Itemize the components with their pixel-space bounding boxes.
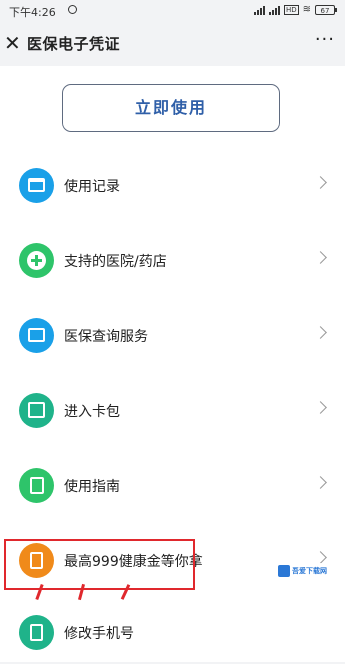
wallet-icon [19, 393, 54, 428]
id-card-icon [19, 318, 54, 353]
watermark-text: 吾爱下载网 [292, 567, 327, 575]
use-now-button[interactable]: 立即使用 [62, 84, 280, 132]
menu-item-label: 医保查询服务 [64, 329, 148, 345]
status-bar: 下午4:26 HD ≋ 67 [0, 0, 345, 22]
battery-level: 67 [320, 6, 330, 15]
menu-item-usage-record[interactable]: 使用记录 [0, 157, 345, 217]
menu-item-insurance-query[interactable]: 医保查询服务 [0, 307, 345, 367]
chevron-right-icon [314, 251, 327, 264]
more-icon[interactable]: ··· [315, 29, 335, 50]
chevron-right-icon [314, 551, 327, 564]
title-bar: ✕ 医保电子凭证 ··· [0, 22, 345, 66]
alarm-icon [68, 5, 77, 14]
watermark: 吾爱下载网 [278, 563, 338, 581]
menu-item-card-wallet[interactable]: 进入卡包 [0, 382, 345, 442]
menu-item-label: 支持的医院/药店 [64, 254, 167, 270]
page-title: 医保电子凭证 [27, 35, 121, 53]
phone-icon [19, 615, 54, 650]
menu-item-change-phone[interactable]: 修改手机号 [0, 604, 345, 664]
chevron-right-icon [314, 401, 327, 414]
signal-icon [268, 5, 280, 15]
watermark-logo-icon [278, 565, 290, 577]
document-icon [19, 468, 54, 503]
status-time: 下午4:26 [9, 6, 56, 19]
wifi-icon: ≋ [302, 4, 311, 15]
card-icon [19, 168, 54, 203]
plus-icon [19, 243, 54, 278]
signal-icon [253, 5, 265, 15]
chevron-right-icon [314, 476, 327, 489]
menu-item-label: 使用记录 [64, 179, 120, 195]
chevron-right-icon [314, 176, 327, 189]
status-icons: HD ≋ 67 [253, 4, 337, 15]
close-icon[interactable]: ✕ [4, 33, 21, 53]
menu-item-label: 修改手机号 [64, 626, 134, 642]
menu-item-label: 使用指南 [64, 479, 120, 495]
menu-item-label: 进入卡包 [64, 404, 120, 420]
highlight-box [4, 539, 195, 590]
chevron-right-icon [314, 326, 327, 339]
hd-badge: HD [283, 4, 299, 15]
menu-item-supported-hospitals[interactable]: 支持的医院/药店 [0, 232, 345, 292]
menu-item-user-guide[interactable]: 使用指南 [0, 457, 345, 517]
battery-icon: 67 [315, 4, 337, 15]
